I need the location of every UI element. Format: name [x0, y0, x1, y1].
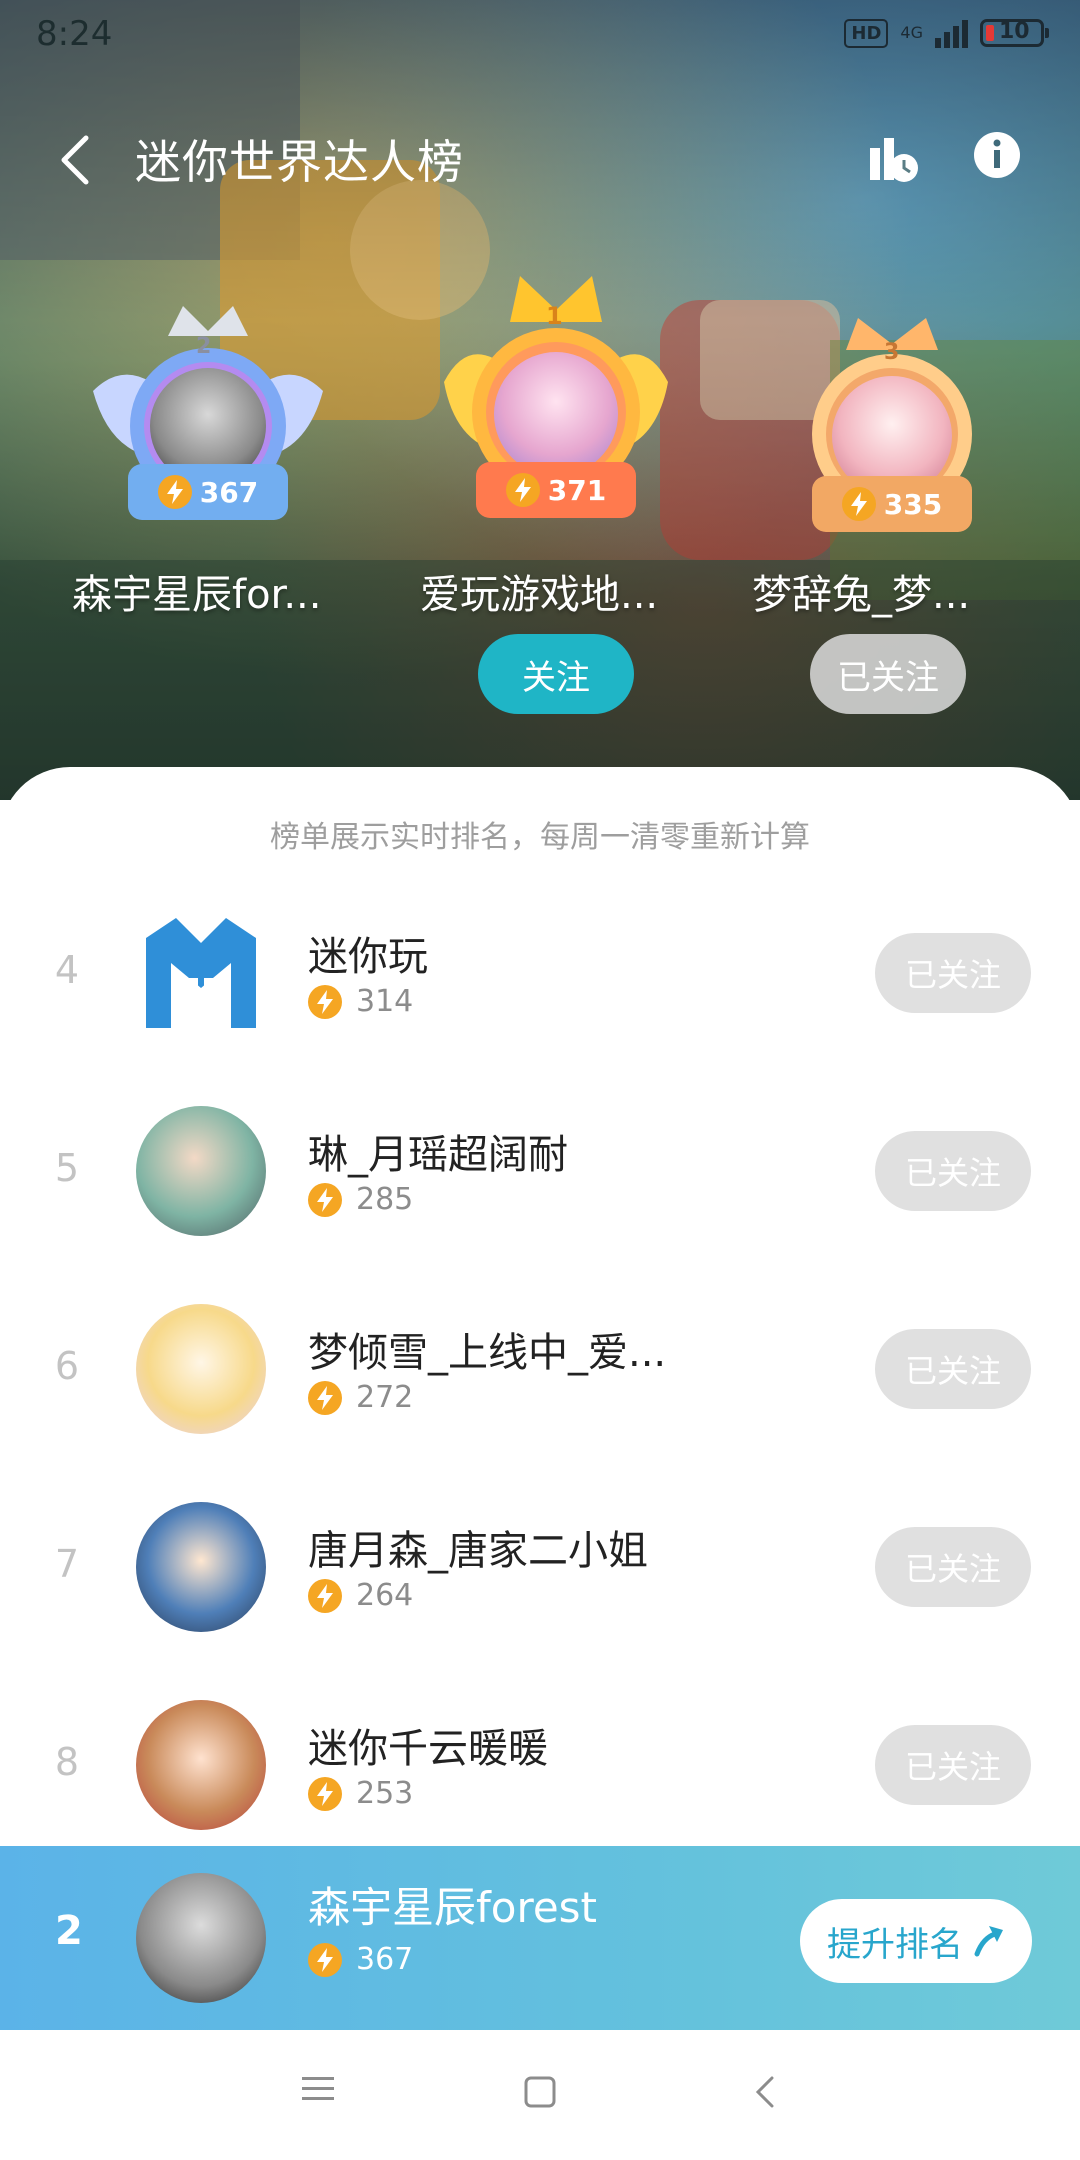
podium-third-name[interactable]: 梦辞兔_梦...	[752, 562, 970, 620]
list-item[interactable]: 6 梦倾雪_上线中_爱... 272 已关注	[0, 1270, 1080, 1468]
arrow-up-icon	[974, 1926, 1003, 1957]
signal-icon	[935, 18, 968, 48]
rank-number: 5	[54, 1146, 80, 1190]
followed-button[interactable]: 已关注	[875, 933, 1031, 1013]
podium-first-follow-button[interactable]: 关注	[478, 634, 634, 714]
user-name: 琳_月瑶超阔耐	[308, 1132, 568, 1178]
page-title: 迷你世界达人榜	[135, 135, 464, 189]
podium-second-rank: 2	[196, 334, 212, 359]
hd-icon: HD	[844, 18, 889, 48]
lightning-icon	[308, 1578, 342, 1613]
lightning-icon	[308, 1942, 342, 1977]
followed-button[interactable]: 已关注	[875, 1725, 1031, 1805]
user-avatar	[136, 1106, 266, 1236]
followed-button[interactable]: 已关注	[875, 1527, 1031, 1607]
podium-third-rank: 3	[884, 340, 900, 365]
home-icon[interactable]	[522, 2074, 558, 2110]
my-avatar	[136, 1873, 266, 2003]
rank-number: 8	[54, 1740, 80, 1784]
user-name: 梦倾雪_上线中_爱...	[308, 1330, 667, 1376]
podium-third-score: 335	[812, 476, 972, 532]
podium-first-rank: 1	[546, 302, 563, 330]
lightning-icon	[308, 1380, 342, 1415]
user-score: 272	[308, 1380, 413, 1415]
user-avatar	[136, 1700, 266, 1830]
my-rank-number: 2	[55, 1908, 83, 1954]
info-icon[interactable]	[972, 130, 1022, 180]
user-name: 唐月森_唐家二小姐	[308, 1528, 648, 1574]
podium-first-badge[interactable]: 1 371	[440, 262, 672, 524]
my-name: 森宇星辰forest	[308, 1883, 598, 1932]
lightning-icon	[308, 984, 342, 1019]
user-avatar	[136, 1502, 266, 1632]
system-nav-bar	[0, 2030, 1080, 2160]
boost-rank-button[interactable]: 提升排名	[800, 1899, 1032, 1983]
podium-first-avatar	[494, 352, 618, 476]
status-time: 8:24	[36, 14, 113, 54]
my-score: 367	[308, 1942, 413, 1977]
lightning-icon	[308, 1776, 342, 1811]
list-item[interactable]: 8 迷你千云暖暖 253 已关注	[0, 1666, 1080, 1864]
my-rank-bar: 2 森宇星辰forest 367 提升排名	[0, 1846, 1080, 2030]
status-icons: HD 4G 10	[844, 18, 1049, 48]
history-ranking-icon[interactable]	[866, 130, 922, 186]
rank-number: 4	[54, 948, 80, 992]
header: 迷你世界达人榜	[0, 120, 1080, 200]
battery-level: 10	[999, 19, 1030, 44]
user-avatar	[136, 1304, 266, 1434]
rank-number: 6	[54, 1344, 80, 1388]
status-bar: 8:24 HD 4G 10	[0, 0, 1080, 75]
ranking-notice: 榜单展示实时排名，每周一清零重新计算	[270, 820, 810, 855]
user-score: 253	[308, 1776, 413, 1811]
podium-third-followed-button[interactable]: 已关注	[810, 634, 966, 714]
user-score: 314	[308, 984, 413, 1019]
lightning-icon	[157, 475, 192, 509]
mini-world-logo-icon	[146, 918, 256, 1028]
back-icon[interactable]	[752, 2074, 780, 2110]
list-item[interactable]: 5 琳_月瑶超阔耐 285 已关注	[0, 1072, 1080, 1270]
lightning-icon	[308, 1182, 342, 1217]
followed-button[interactable]: 已关注	[875, 1131, 1031, 1211]
battery-icon: 10	[980, 19, 1049, 47]
user-name: 迷你玩	[308, 934, 428, 980]
followed-button[interactable]: 已关注	[875, 1329, 1031, 1409]
rank-number: 7	[54, 1542, 80, 1586]
podium-second-badge[interactable]: 2 367	[88, 296, 328, 526]
menu-icon[interactable]	[300, 2074, 336, 2104]
podium-first-score: 371	[476, 462, 636, 518]
user-score: 264	[308, 1578, 413, 1613]
podium-third-badge[interactable]: 3 335	[786, 310, 998, 532]
ranking-page: 8:24 HD 4G 10 迷你世界达人榜 2 367 森宇星辰for... 1…	[0, 0, 1080, 2160]
back-arrow-icon[interactable]	[52, 130, 100, 190]
podium-second-name[interactable]: 森宇星辰for...	[72, 562, 321, 620]
lightning-icon	[505, 473, 540, 507]
network-type: 4G	[900, 23, 923, 42]
list-item[interactable]: 4 迷你玩 314 已关注	[0, 874, 1080, 1072]
user-score: 285	[308, 1182, 413, 1217]
podium-first-name[interactable]: 爱玩游戏地...	[420, 562, 658, 620]
user-name: 迷你千云暖暖	[308, 1726, 548, 1772]
podium-second-score: 367	[128, 464, 288, 520]
lightning-icon	[841, 487, 876, 521]
list-item[interactable]: 7 唐月森_唐家二小姐 264 已关注	[0, 1468, 1080, 1666]
